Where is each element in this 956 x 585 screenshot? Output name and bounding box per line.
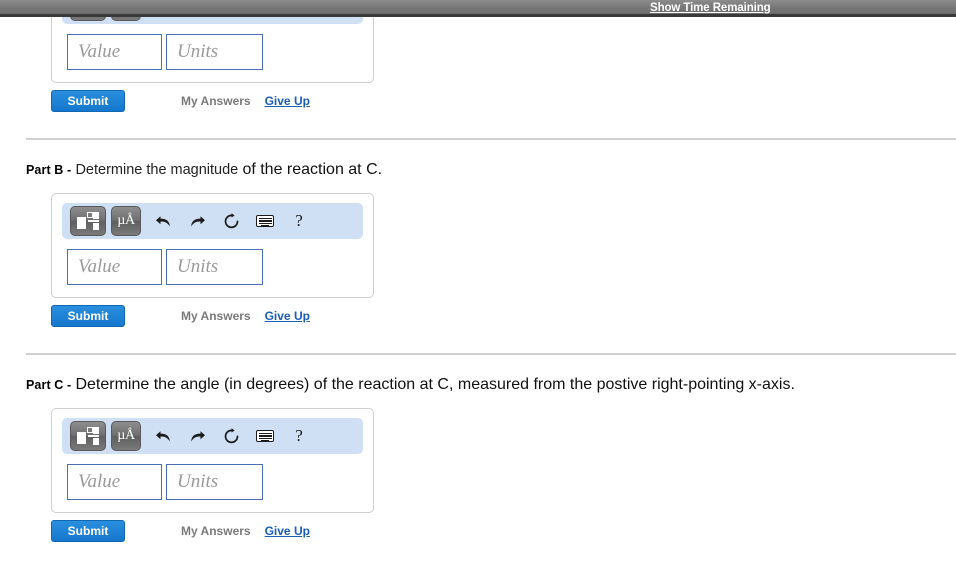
part-c-text-primary: Determine the angle (in degrees) of the …: [75, 376, 795, 393]
show-time-remaining-link[interactable]: Show Time Remaining: [650, 0, 771, 16]
submit-row-a: Submit My Answers Give Up: [51, 90, 956, 112]
assignment-page: µÅ ?: [0, 0, 956, 542]
help-glyph: ?: [295, 211, 303, 230]
reset-icon[interactable]: [214, 421, 248, 451]
value-input-b[interactable]: [67, 249, 162, 285]
reset-icon[interactable]: [214, 206, 248, 236]
keyboard-icon[interactable]: [248, 206, 282, 236]
units-input-c[interactable]: [166, 464, 263, 500]
value-input-a[interactable]: [67, 34, 162, 70]
part-divider-c: [26, 353, 956, 355]
math-template-icon-button-b[interactable]: [70, 206, 106, 236]
help-icon[interactable]: ?: [282, 421, 316, 451]
part-divider-b: [26, 138, 956, 140]
my-answers-link-a[interactable]: My Answers: [181, 94, 251, 108]
undo-icon[interactable]: [146, 206, 180, 236]
math-toolbar-c: µÅ ?: [62, 418, 363, 454]
math-template-icon-button-c[interactable]: [70, 421, 106, 451]
help-glyph: ?: [295, 426, 303, 445]
micro-angstrom-units-icon-button-c[interactable]: µÅ: [111, 421, 141, 451]
submit-row-b: Submit My Answers Give Up: [51, 305, 956, 327]
inputs-row-c: [67, 464, 363, 500]
part-b-text-primary: Determine the magnitude: [75, 162, 239, 178]
give-up-link-a[interactable]: Give Up: [265, 94, 310, 108]
micro-angstrom-units-icon: µÅ: [117, 428, 135, 443]
math-toolbar-b: µÅ ?: [62, 203, 363, 239]
give-up-link-c[interactable]: Give Up: [265, 524, 310, 538]
part-block-b: Part B - Determine the magnitude of the …: [0, 138, 956, 327]
part-c-question: Part C - Determine the angle (in degrees…: [26, 375, 956, 395]
part-b-question: Part B - Determine the magnitude of the …: [26, 160, 956, 180]
submit-button-a[interactable]: Submit: [51, 90, 125, 112]
answer-box-c: µÅ ?: [51, 408, 374, 513]
my-answers-link-c[interactable]: My Answers: [181, 524, 251, 538]
redo-icon[interactable]: [180, 421, 214, 451]
part-c-label: Part C -: [26, 378, 72, 392]
inputs-row-b: [67, 249, 363, 285]
micro-angstrom-units-icon: µÅ: [117, 213, 135, 228]
my-answers-link-b[interactable]: My Answers: [181, 309, 251, 323]
part-b-text-secondary: of the reaction at C.: [242, 161, 383, 178]
redo-icon[interactable]: [180, 206, 214, 236]
submit-row-c: Submit My Answers Give Up: [51, 520, 956, 542]
undo-icon[interactable]: [146, 421, 180, 451]
give-up-link-b[interactable]: Give Up: [265, 309, 310, 323]
answer-box-b: µÅ ?: [51, 193, 374, 298]
submit-button-b[interactable]: Submit: [51, 305, 125, 327]
math-template-icon: [77, 426, 99, 446]
top-header-bar: Show Time Remaining: [0, 0, 956, 17]
inputs-row-a: [67, 34, 363, 70]
submit-button-c[interactable]: Submit: [51, 520, 125, 542]
help-icon[interactable]: ?: [282, 206, 316, 236]
micro-angstrom-units-icon-button-b[interactable]: µÅ: [111, 206, 141, 236]
part-b-label: Part B -: [26, 163, 72, 177]
keyboard-icon[interactable]: [248, 421, 282, 451]
units-input-b[interactable]: [166, 249, 263, 285]
units-input-a[interactable]: [166, 34, 263, 70]
part-block-c: Part C - Determine the angle (in degrees…: [0, 353, 956, 542]
math-template-icon: [77, 211, 99, 231]
value-input-c[interactable]: [67, 464, 162, 500]
